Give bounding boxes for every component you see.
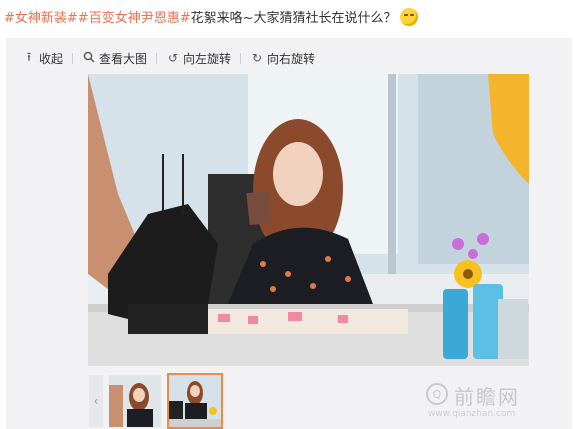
media-toolbar: ⭱ 收起 查看大图 ↺ 向左旋转 ↻ 向右旋转	[22, 50, 315, 66]
main-photo[interactable]	[88, 74, 529, 366]
thumbnail-prev-button[interactable]: ‹	[89, 375, 103, 427]
view-large-button[interactable]: 查看大图	[82, 50, 147, 67]
chevron-left-icon: ‹	[93, 394, 99, 408]
post-text: #女神新装##百变女神尹恩惠#花絮来咯~大家猜猜社长在说什么？	[4, 8, 418, 28]
hashtag-link[interactable]: #百变女神尹恩惠#	[78, 11, 191, 26]
rotate-left-label: 向左旋转	[183, 51, 232, 66]
magnifier-icon	[82, 51, 96, 66]
photo-illustration	[88, 74, 529, 366]
thumbnail-item-selected[interactable]	[167, 373, 223, 429]
collapse-label: 收起	[39, 51, 64, 66]
watermark-url: www.qianzhan.com	[428, 409, 516, 419]
rotate-right-icon: ↻	[252, 51, 263, 65]
collapse-button[interactable]: ⭱ 收起	[22, 48, 63, 69]
rotate-left-icon: ↺	[168, 51, 179, 65]
thumbnail-item[interactable]	[109, 375, 161, 427]
arrow-up-icon: ⭱	[26, 49, 32, 64]
watermark: Q 前瞻网 www.qianzhan.com	[426, 381, 575, 425]
watermark-logo: Q	[426, 383, 448, 405]
view-large-label: 查看大图	[99, 51, 148, 66]
media-viewer-panel: ⭱ 收起 查看大图 ↺ 向左旋转 ↻ 向右旋转 ‹ Q 前瞻网 www.qian…	[6, 38, 572, 429]
divider	[240, 52, 242, 64]
smirk-emoji-icon	[399, 8, 418, 26]
thumbnail-image	[169, 375, 221, 427]
divider	[72, 52, 74, 64]
rotate-right-label: 向右旋转	[267, 51, 316, 66]
hashtag-link[interactable]: #女神新装#	[4, 11, 78, 26]
post-body-text: 花絮来咯~大家猜猜社长在说什么？	[190, 11, 397, 26]
rotate-right-button[interactable]: ↻ 向右旋转	[250, 50, 315, 67]
rotate-left-button[interactable]: ↺ 向左旋转	[166, 50, 231, 67]
watermark-name: 前瞻网	[454, 385, 520, 409]
thumbnail-image	[109, 375, 161, 427]
divider	[156, 52, 158, 64]
